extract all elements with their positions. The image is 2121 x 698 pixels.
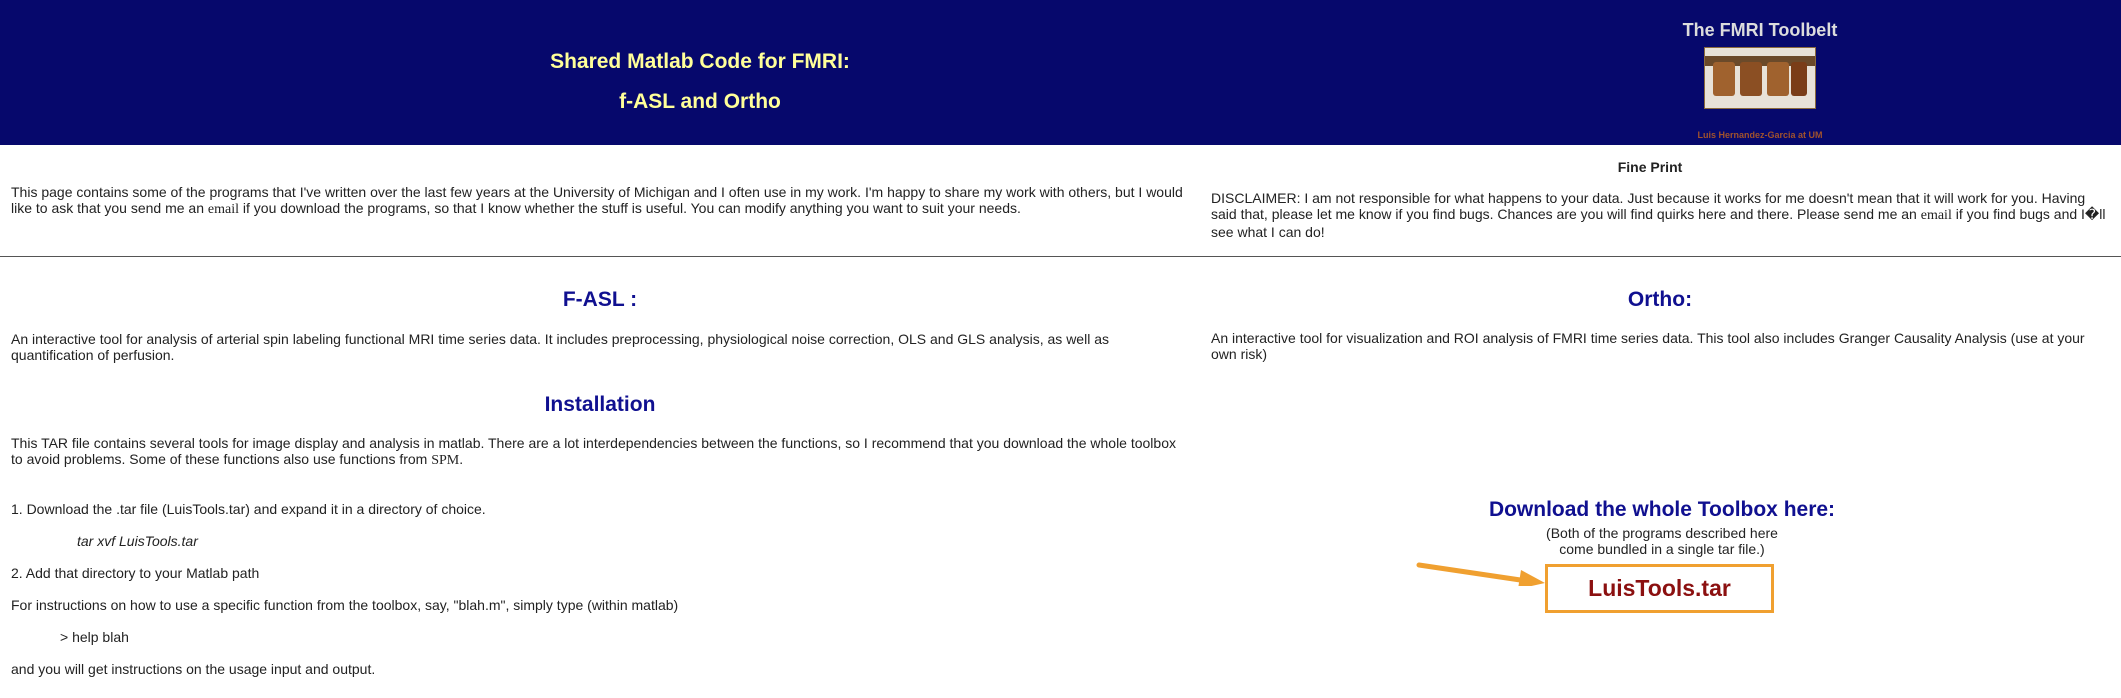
help-command: > help blah — [60, 629, 129, 645]
ortho-description: An interactive tool for visualization an… — [1211, 330, 2085, 362]
fine-print-title: Fine Print — [1617, 159, 1683, 175]
title-line-1: Shared Matlab Code for FMRI: — [550, 50, 850, 73]
intro-paragraph: This page contains some of the programs … — [11, 184, 1183, 217]
arrow-icon — [1416, 562, 1545, 586]
toolbelt-title: The FMRI Toolbelt — [1682, 20, 1838, 40]
download-tar-link[interactable]: LuisTools.tar — [1545, 564, 1774, 613]
download-title: Download the whole Toolbox here: — [1488, 498, 1836, 521]
install-step-1-command: tar xvf LuisTools.tar — [77, 533, 198, 549]
usage-instructions: For instructions on how to use a specifi… — [11, 597, 679, 613]
install-step-2: 2. Add that directory to your Matlab pat… — [11, 565, 260, 581]
email-link-disclaimer[interactable]: email — [1921, 208, 1952, 223]
spm-link[interactable]: SPM — [431, 453, 459, 468]
page-title: Shared Matlab Code for FMRI: f-ASL and O… — [0, 42, 1400, 122]
ortho-heading: Ortho: — [1627, 288, 1693, 311]
download-note: (Both of the programs described here com… — [1546, 525, 1778, 557]
toolbelt-logo: The FMRI Toolbelt — [1660, 20, 1860, 109]
toolbelt-image — [1704, 47, 1816, 109]
section-divider — [0, 256, 2121, 257]
usage-closing: and you will get instructions on the usa… — [11, 661, 376, 677]
installation-heading: Installation — [544, 393, 656, 416]
author-credit: Luis Hernandez-Garcia at UM — [1697, 130, 1823, 140]
title-line-2: f-ASL and Ortho — [619, 90, 781, 113]
fasl-description: An interactive tool for analysis of arte… — [11, 331, 1109, 363]
install-step-1: 1. Download the .tar file (LuisTools.tar… — [11, 501, 486, 517]
installation-description: This TAR file contains several tools for… — [11, 435, 1176, 468]
email-link[interactable]: email — [208, 202, 239, 217]
fasl-heading: F-ASL : — [562, 288, 638, 311]
page-header: Shared Matlab Code for FMRI: f-ASL and O… — [0, 0, 2121, 145]
disclaimer-paragraph: DISCLAIMER: I am not responsible for wha… — [1211, 190, 2106, 240]
